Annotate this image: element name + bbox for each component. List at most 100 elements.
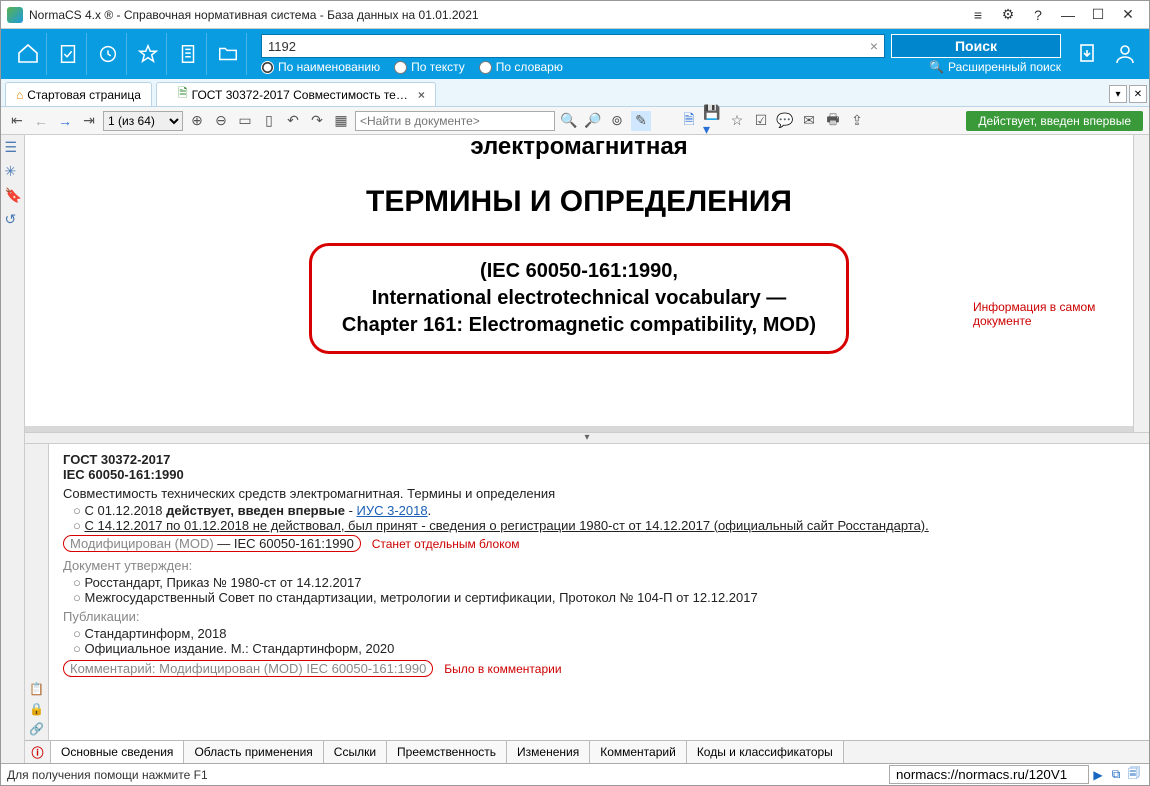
save-doc-icon[interactable]: 💾▾ — [703, 111, 723, 131]
rail-history-icon[interactable]: ↺ — [5, 211, 21, 227]
search-box[interactable]: × — [261, 34, 885, 58]
tab-scope[interactable]: Область применения — [184, 741, 323, 763]
tab-main-info[interactable]: Основные сведения — [51, 741, 184, 763]
titlebar: NormaCS 4.x ® - Справочная нормативная с… — [1, 1, 1149, 29]
doc-title: ТЕРМИНЫ И ОПРЕДЕЛЕНИЯ — [55, 185, 1103, 219]
search-button[interactable]: Поиск — [891, 34, 1061, 58]
rotate-left-icon[interactable]: ↶ — [283, 111, 303, 131]
download-doc-icon[interactable] — [1071, 33, 1103, 75]
tab-close-all[interactable]: ✕ — [1129, 85, 1147, 103]
check-doc-icon[interactable] — [49, 33, 87, 75]
iec-reference-box: (IEC 60050-161:1990, International elect… — [309, 243, 849, 354]
doc-toolbar: ⇤ ← → ⇥ 1 (из 64) ⊕ ⊖ ▭ ▯ ↶ ↷ ▦ 🔍 🔎 ⊚ ✎ … — [1, 107, 1149, 135]
rail-bug-icon[interactable]: ✳ — [5, 163, 21, 179]
close-button[interactable]: ✕ — [1113, 4, 1143, 26]
menu-icon[interactable]: ≡ — [963, 4, 993, 26]
address-bar[interactable] — [889, 765, 1089, 784]
nav-prev-icon[interactable]: ← — [31, 111, 51, 131]
history-icon[interactable] — [89, 33, 127, 75]
find-next-icon[interactable]: 🔎 — [583, 111, 603, 131]
doc-name: Совместимость технических средств электр… — [63, 486, 1135, 501]
comment-block: Комментарий: Модифицирован (MOD) IEC 600… — [63, 660, 433, 677]
home-icon[interactable] — [9, 33, 47, 75]
nav-first-icon[interactable]: ⇤ — [7, 111, 27, 131]
fit-page-icon[interactable]: ▯ — [259, 111, 279, 131]
find-prev-icon[interactable]: 🔍 — [559, 111, 579, 131]
ius-link[interactable]: ИУС 3-2018 — [357, 503, 428, 518]
nav-next-icon[interactable]: → — [55, 111, 75, 131]
splitter-handle[interactable]: ▾ — [25, 432, 1149, 444]
tab-succession[interactable]: Преемственность — [387, 741, 507, 763]
radio-by-text[interactable]: По тексту — [394, 60, 465, 74]
fit-width-icon[interactable]: ▭ — [235, 111, 255, 131]
tab-changes[interactable]: Изменения — [507, 741, 590, 763]
rail-toc-icon[interactable]: ☰ — [5, 139, 21, 155]
tab-codes[interactable]: Коды и классификаторы — [687, 741, 844, 763]
bookmark-icon[interactable]: ☆ — [727, 111, 747, 131]
left-rail-bottom: 📋 🔒 🔗 — [25, 444, 49, 741]
find-settings-icon[interactable]: ⊚ — [607, 111, 627, 131]
tab-links[interactable]: Ссылки — [324, 741, 387, 763]
document-tabs: ⌂ Стартовая страница 🗎 ГОСТ 30372-2017 С… — [1, 79, 1149, 107]
status-line-2: С 14.12.2017 по 01.12.2018 не действовал… — [73, 518, 1135, 533]
chat-icon[interactable]: 💬 — [775, 111, 795, 131]
app-logo — [7, 7, 23, 23]
find-in-doc-input[interactable] — [355, 111, 555, 131]
annotation-doc-info: Информация в самом документе — [973, 300, 1113, 328]
tab-start-page[interactable]: ⌂ Стартовая страница — [5, 82, 152, 106]
info-tabs: ⓘ Основные сведения Область применения С… — [25, 740, 1149, 763]
doc-scrollbar[interactable] — [1133, 135, 1149, 432]
minimize-button[interactable]: — — [1053, 4, 1083, 26]
info-alert-icon[interactable]: ⓘ — [25, 741, 51, 763]
maximize-button[interactable]: ☐ — [1083, 4, 1113, 26]
status-line-1: С 01.12.2018 действует, введен впервые -… — [73, 503, 1135, 518]
go-icon[interactable]: ▶ — [1089, 768, 1107, 782]
window-title: NormaCS 4.x ® - Справочная нормативная с… — [29, 8, 963, 22]
zoom-in-icon[interactable]: ⊕ — [187, 111, 207, 131]
rail-tag-icon[interactable]: 🔖 — [5, 187, 21, 203]
open-external-icon[interactable]: 🗐 — [1125, 764, 1143, 785]
print-icon[interactable]: 🖶 — [823, 111, 843, 131]
copy-url-icon[interactable]: ⧉ — [1107, 767, 1125, 782]
approved-1: Росстандарт, Приказ № 1980-ст от 14.12.2… — [73, 575, 1135, 590]
home-small-icon: ⌂ — [16, 88, 23, 102]
radio-by-dict[interactable]: По словарю — [479, 60, 563, 74]
mail-icon[interactable]: ✉ — [799, 111, 819, 131]
search-input[interactable] — [268, 39, 870, 54]
doc-code: ГОСТ 30372-2017 — [63, 452, 170, 467]
pub-2: Официальное издание. М.: Стандартинформ,… — [73, 641, 1135, 656]
task-icon[interactable]: ☑ — [751, 111, 771, 131]
page-selector[interactable]: 1 (из 64) — [103, 111, 183, 131]
radio-by-name[interactable]: По наименованию — [261, 60, 380, 74]
advanced-search-link[interactable]: 🔍 Расширенный поиск — [929, 60, 1061, 74]
folder-icon[interactable] — [209, 33, 247, 75]
nav-last-icon[interactable]: ⇥ — [79, 111, 99, 131]
document-view[interactable]: электромагнитная ТЕРМИНЫ И ОПРЕДЕЛЕНИЯ (… — [25, 135, 1133, 432]
rotate-right-icon[interactable]: ↷ — [307, 111, 327, 131]
doc-type-icon — [167, 89, 174, 101]
highlight-icon[interactable]: ✎ — [631, 111, 651, 131]
tab-document[interactable]: 🗎 ГОСТ 30372-2017 Совместимость те… × — [156, 82, 436, 106]
select-tool-icon[interactable]: ▦ — [331, 111, 351, 131]
user-icon[interactable] — [1109, 33, 1141, 75]
zoom-out-icon[interactable]: ⊖ — [211, 111, 231, 131]
doc-status-badge: Действует, введен впервые — [966, 111, 1143, 131]
tab-comment[interactable]: Комментарий — [590, 741, 687, 763]
iec-code: IEC 60050-161:1990 — [63, 467, 184, 482]
rail-lock-icon[interactable]: 🔒 — [29, 702, 44, 716]
doc-status-icon: 🗎 — [178, 84, 188, 105]
rail-link-icon[interactable]: 🔗 — [29, 722, 44, 736]
approved-header: Документ утвержден: — [63, 558, 1135, 573]
notes-icon[interactable] — [169, 33, 207, 75]
approved-2: Межгосударственный Совет по стандартизац… — [73, 590, 1135, 605]
rail-clipboard-icon[interactable]: 📋 — [29, 682, 44, 696]
share-icon[interactable]: ⇪ — [847, 111, 867, 131]
copy-doc-icon[interactable]: 🗎 — [679, 111, 699, 131]
star-icon[interactable] — [129, 33, 167, 75]
clear-search-icon[interactable]: × — [870, 38, 878, 54]
help-icon[interactable]: ? — [1023, 4, 1053, 26]
modified-block: Модифицирован (MOD) — IEC 60050-161:1990 — [63, 535, 361, 552]
gear-icon[interactable]: ⚙ — [993, 4, 1023, 26]
tab-list-dropdown[interactable]: ▾ — [1109, 85, 1127, 103]
tab-close-icon[interactable]: × — [418, 88, 425, 102]
